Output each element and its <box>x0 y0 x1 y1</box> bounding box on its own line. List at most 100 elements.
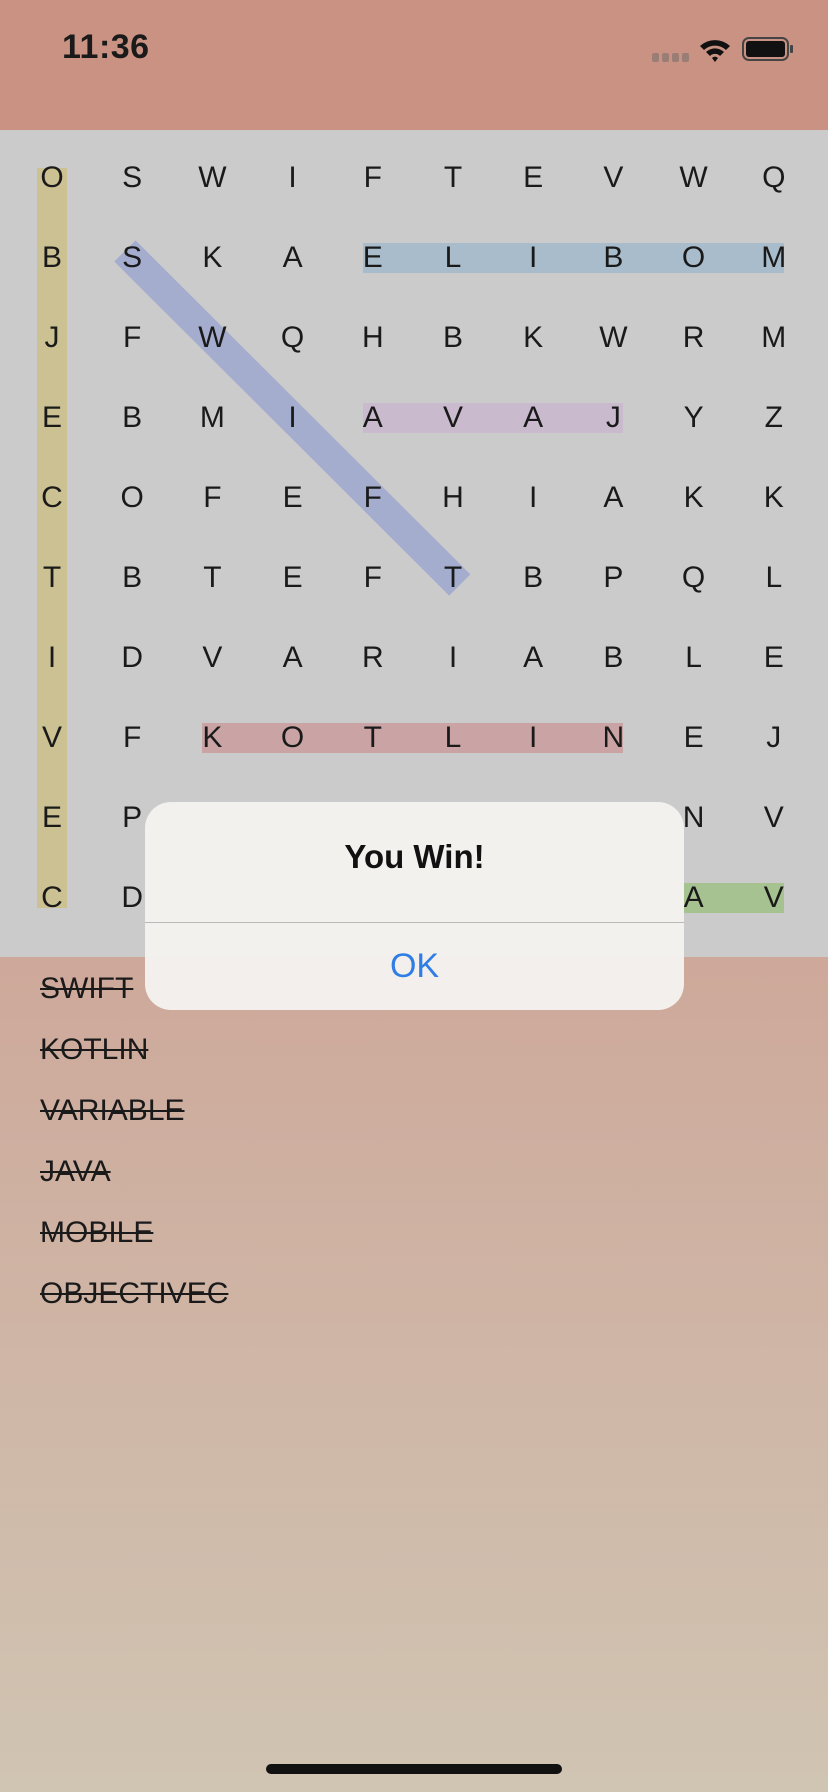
grid-cell[interactable]: I <box>503 478 563 518</box>
grid-cell[interactable]: B <box>102 558 162 598</box>
grid-cell[interactable]: B <box>503 558 563 598</box>
grid-cell[interactable]: M <box>182 398 242 438</box>
win-alert-dialog: You Win! OK <box>145 802 684 1010</box>
grid-cell[interactable]: L <box>423 238 483 278</box>
grid-cell[interactable]: K <box>182 718 242 758</box>
grid-cell[interactable]: O <box>263 718 323 758</box>
grid-cell[interactable]: I <box>503 718 563 758</box>
grid-cell[interactable]: M <box>744 238 804 278</box>
grid-cell[interactable]: E <box>744 638 804 678</box>
grid-cell[interactable]: O <box>664 238 724 278</box>
grid-cell[interactable]: E <box>664 718 724 758</box>
grid-cell[interactable]: O <box>22 158 82 198</box>
grid-cell[interactable]: Q <box>744 158 804 198</box>
grid-cell[interactable]: R <box>343 638 403 678</box>
grid-cell[interactable]: H <box>343 318 403 358</box>
grid-cell[interactable]: A <box>263 638 323 678</box>
grid-cell[interactable]: K <box>744 478 804 518</box>
grid-cell[interactable]: E <box>343 238 403 278</box>
grid-cell[interactable]: L <box>423 718 483 758</box>
grid-cell[interactable]: P <box>583 558 643 598</box>
grid-cell[interactable]: E <box>22 798 82 838</box>
grid-cell[interactable]: J <box>744 718 804 758</box>
grid-cell[interactable]: B <box>583 238 643 278</box>
grid-cell[interactable]: A <box>343 398 403 438</box>
grid-cell[interactable]: L <box>744 558 804 598</box>
grid-cell[interactable]: D <box>102 638 162 678</box>
grid-cell[interactable]: I <box>423 638 483 678</box>
grid-cell[interactable]: E <box>503 158 563 198</box>
grid-cell[interactable]: J <box>583 398 643 438</box>
grid-cell[interactable]: B <box>583 638 643 678</box>
grid-cell[interactable]: K <box>664 478 724 518</box>
grid-cell[interactable]: W <box>182 158 242 198</box>
ok-button[interactable]: OK <box>145 923 684 1010</box>
grid-cell[interactable]: C <box>22 878 82 918</box>
grid-cell[interactable]: E <box>263 558 323 598</box>
alert-title: You Win! <box>344 838 485 875</box>
status-bar: 11:36 <box>0 0 828 130</box>
grid-cell[interactable]: A <box>503 638 563 678</box>
grid-cell[interactable]: B <box>102 398 162 438</box>
grid-cell[interactable]: V <box>423 398 483 438</box>
grid-cell[interactable]: M <box>744 318 804 358</box>
word-objectivec: OBJECTIVEC <box>40 1277 229 1310</box>
grid-cell[interactable]: I <box>263 398 323 438</box>
grid-cell[interactable]: S <box>102 238 162 278</box>
grid-cell[interactable]: W <box>664 158 724 198</box>
grid-cell[interactable]: K <box>503 318 563 358</box>
grid-cell[interactable]: K <box>182 238 242 278</box>
grid-cell[interactable]: I <box>263 158 323 198</box>
word-list: SWIFT KOTLIN VARIABLE JAVA MOBILE OBJECT… <box>40 972 228 1338</box>
grid-cell[interactable]: B <box>22 238 82 278</box>
grid-cell[interactable]: L <box>664 638 724 678</box>
grid-cell[interactable]: T <box>423 558 483 598</box>
word-java: JAVA <box>40 1155 111 1188</box>
grid-cell[interactable]: W <box>182 318 242 358</box>
grid-cell[interactable]: Q <box>263 318 323 358</box>
cellular-signal-icon <box>652 53 690 63</box>
grid-cell[interactable]: Y <box>664 398 724 438</box>
word-mobile: MOBILE <box>40 1216 154 1249</box>
grid-cell[interactable]: V <box>182 638 242 678</box>
grid-cell[interactable]: Q <box>664 558 724 598</box>
grid-cell[interactable]: J <box>22 318 82 358</box>
grid-cell[interactable]: T <box>423 158 483 198</box>
word-kotlin: KOTLIN <box>40 1033 149 1066</box>
grid-cell[interactable]: R <box>664 318 724 358</box>
home-indicator[interactable] <box>266 1764 562 1774</box>
grid-cell[interactable]: A <box>263 238 323 278</box>
grid-cell[interactable]: F <box>182 478 242 518</box>
grid-cell[interactable]: A <box>583 478 643 518</box>
grid-cell[interactable]: W <box>583 318 643 358</box>
grid-cell[interactable]: S <box>102 158 162 198</box>
grid-cell[interactable]: I <box>503 238 563 278</box>
grid-cell[interactable]: V <box>744 798 804 838</box>
grid-cell[interactable]: F <box>102 318 162 358</box>
grid-cell[interactable]: V <box>583 158 643 198</box>
grid-cell[interactable]: F <box>343 558 403 598</box>
grid-cell[interactable]: T <box>343 718 403 758</box>
highlight-objectivec <box>37 168 67 908</box>
grid-cell[interactable]: H <box>423 478 483 518</box>
grid-cell[interactable]: F <box>343 158 403 198</box>
grid-cell[interactable]: C <box>22 478 82 518</box>
grid-cell[interactable]: Z <box>744 398 804 438</box>
grid-cell[interactable]: T <box>22 558 82 598</box>
grid-cell[interactable]: F <box>102 718 162 758</box>
status-time: 11:36 <box>62 28 150 66</box>
grid-cell[interactable]: E <box>22 398 82 438</box>
wifi-icon <box>700 40 730 62</box>
grid-cell[interactable]: F <box>343 478 403 518</box>
word-variable: VARIABLE <box>40 1094 185 1127</box>
grid-cell[interactable]: V <box>22 718 82 758</box>
grid-cell[interactable]: A <box>503 398 563 438</box>
battery-icon <box>742 37 793 61</box>
grid-cell[interactable]: I <box>22 638 82 678</box>
grid-cell[interactable]: T <box>182 558 242 598</box>
grid-cell[interactable]: N <box>583 718 643 758</box>
grid-cell[interactable]: E <box>263 478 323 518</box>
grid-cell[interactable]: B <box>423 318 483 358</box>
grid-cell[interactable]: V <box>744 878 804 918</box>
grid-cell[interactable]: O <box>102 478 162 518</box>
